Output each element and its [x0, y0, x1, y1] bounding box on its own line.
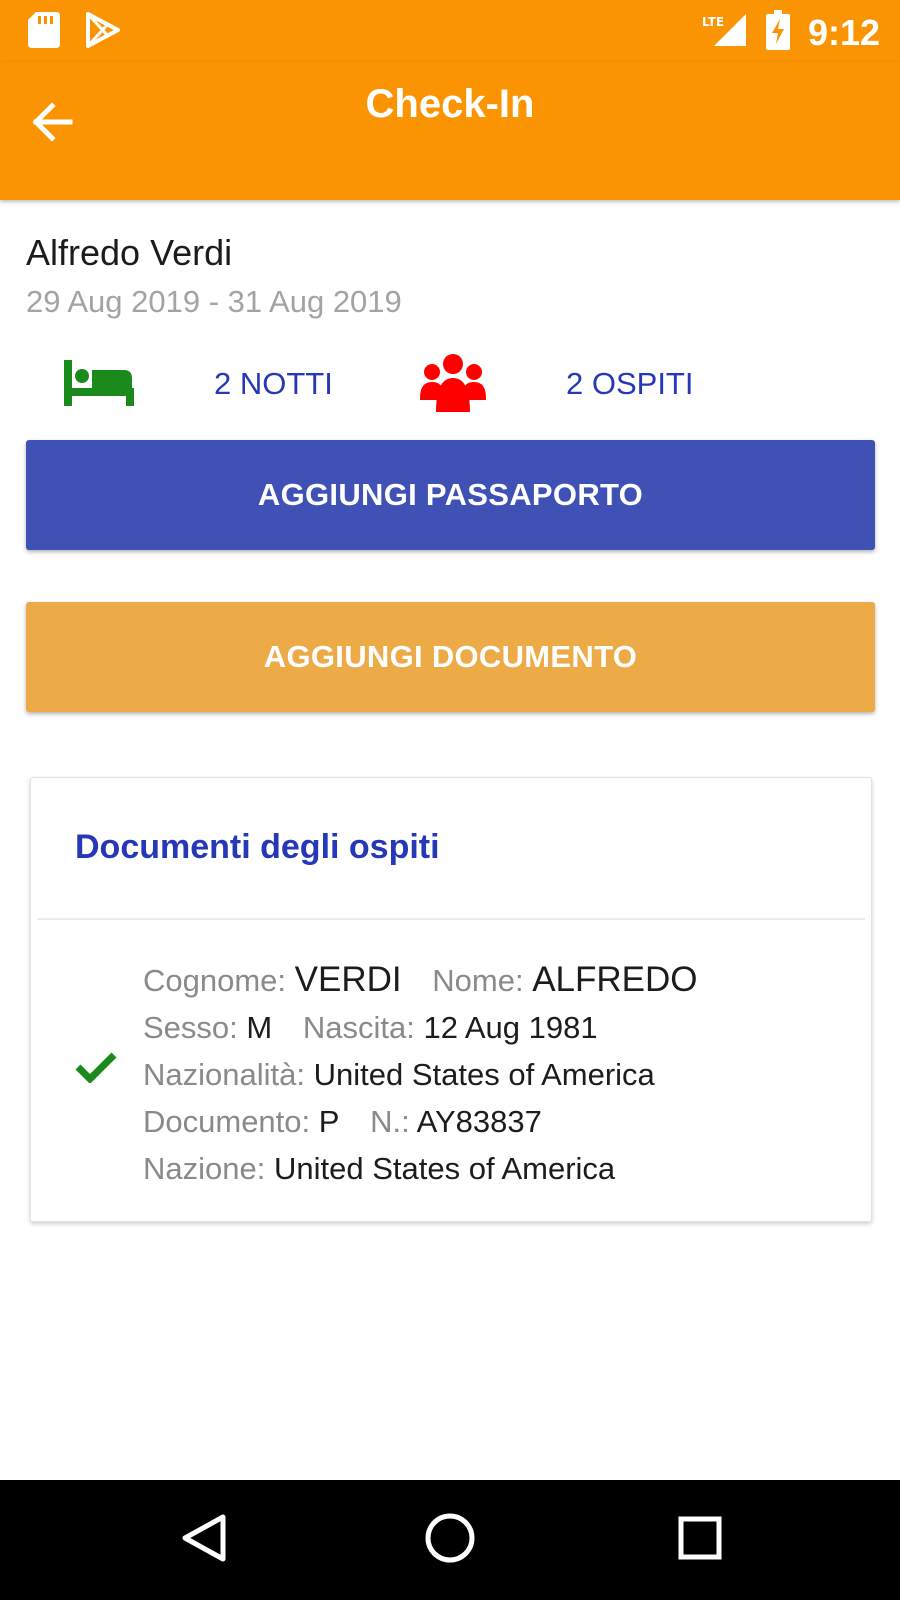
sex-value: M	[246, 1010, 273, 1045]
bed-icon	[64, 360, 134, 411]
lte-signal-icon: LTE	[700, 12, 748, 53]
document-type-label: Documento:	[143, 1104, 311, 1139]
status-bar: LTE 9:12	[0, 0, 900, 62]
surname-value: VERDI	[294, 960, 402, 999]
document-number-label: N.:	[370, 1104, 410, 1139]
booking-stats: 2 NOTTI 2 OSPITI	[0, 350, 900, 420]
checkmark-icon	[75, 1051, 117, 1088]
status-right-icons: LTE 9:12	[700, 10, 880, 55]
page-title: Check-In	[365, 82, 535, 126]
nav-home-button[interactable]	[418, 1508, 482, 1572]
nationality-label: Nazionalità:	[143, 1057, 305, 1092]
sd-card-icon	[28, 12, 60, 53]
name-value: ALFREDO	[532, 960, 698, 999]
system-nav-bar	[0, 1480, 900, 1600]
app-bar: Check-In	[0, 62, 900, 200]
surname-label: Cognome:	[143, 963, 287, 998]
svg-text:LTE: LTE	[702, 15, 724, 29]
doc-line-names: Cognome: VERDI Nome: ALFREDO	[143, 956, 698, 1004]
guest-name: Alfredo Verdi	[26, 232, 233, 273]
country-label: Nazione:	[143, 1151, 266, 1186]
doc-line-nationality: Nazionalità: United States of America	[143, 1051, 698, 1098]
date-range: 29 Aug 2019 - 31 Aug 2019	[26, 284, 402, 319]
list-item[interactable]: Cognome: VERDI Nome: ALFREDO Sesso: M Na…	[143, 956, 698, 1192]
doc-line-country: Nazione: United States of America	[143, 1145, 698, 1192]
doc-line-sex-birth: Sesso: M Nascita: 12 Aug 1981	[143, 1004, 698, 1051]
people-group-icon	[420, 352, 486, 419]
battery-charging-icon	[765, 10, 790, 55]
play-store-icon	[86, 12, 120, 53]
doc-line-document: Documento: P N.: AY83837	[143, 1098, 698, 1145]
document-type-value: P	[318, 1104, 340, 1139]
nav-back-button[interactable]	[172, 1508, 236, 1572]
status-time: 9:12	[807, 11, 880, 53]
guest-documents-card: Documenti degli ospiti Cognome: VERDI No…	[30, 777, 872, 1222]
name-label: Nome:	[432, 963, 524, 998]
status-left-icons	[28, 12, 120, 53]
country-value: United States of America	[273, 1151, 616, 1186]
add-document-button[interactable]: AGGIUNGI DOCUMENTO	[26, 602, 875, 712]
nav-recents-icon	[678, 1516, 722, 1565]
nav-home-icon	[424, 1512, 476, 1569]
nav-back-icon	[181, 1513, 227, 1568]
card-title: Documenti degli ospiti	[75, 828, 440, 866]
birth-label: Nascita:	[302, 1010, 415, 1045]
add-passport-button[interactable]: AGGIUNGI PASSAPORTO	[26, 440, 875, 550]
guests-count: 2 OSPITI	[566, 366, 694, 401]
divider	[37, 918, 865, 920]
document-number-value: AY83837	[416, 1104, 542, 1139]
nights-count: 2 NOTTI	[214, 366, 333, 401]
nav-recents-button[interactable]	[668, 1508, 732, 1572]
birth-value: 12 Aug 1981	[423, 1010, 598, 1045]
sex-label: Sesso:	[143, 1010, 238, 1045]
nationality-value: United States of America	[313, 1057, 655, 1092]
